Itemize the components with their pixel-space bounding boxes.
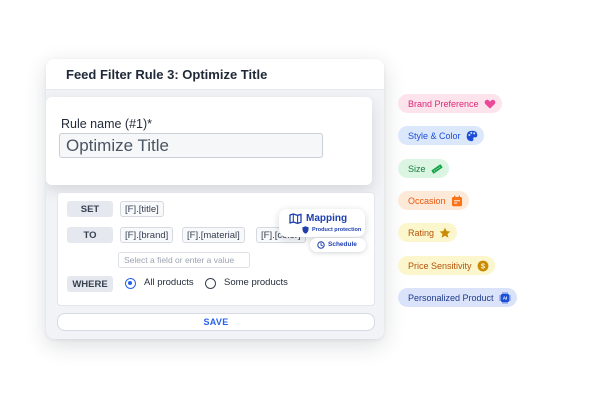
where-label: WHERE: [67, 276, 113, 292]
rule-name-label: Rule name (#1)*: [61, 117, 153, 131]
pill-label: Brand Preference: [408, 98, 479, 109]
pill-rating[interactable]: Rating: [398, 223, 458, 242]
radio-some-products[interactable]: [205, 278, 216, 289]
field-value-input[interactable]: Select a field or enter a value: [118, 252, 250, 268]
mapping-popup[interactable]: Mapping Product protection: [279, 209, 365, 237]
ai-chip-icon: AI: [498, 291, 511, 304]
star-icon: [439, 227, 451, 238]
to-label: TO: [67, 227, 113, 243]
mapping-title: Mapping: [306, 213, 348, 224]
pill-label: Rating: [408, 227, 435, 238]
save-button[interactable]: SAVE: [57, 313, 375, 331]
card-header: Feed Filter Rule 3: Optimize Title: [46, 59, 384, 90]
pill-label: Occasion: [408, 195, 446, 206]
feed-filter-rule-card: Feed Filter Rule 3: Optimize Title Rule …: [46, 59, 384, 339]
pill-price-sensitivity[interactable]: Price Sensitivity $: [398, 256, 495, 275]
shield-icon: [302, 226, 309, 234]
rule-name-input[interactable]: [59, 133, 323, 158]
card-title: Feed Filter Rule 3: Optimize Title: [66, 67, 268, 82]
map-icon: [289, 213, 302, 224]
to-field-chip-brand[interactable]: [F].[brand]: [120, 227, 174, 243]
svg-text:AI: AI: [502, 295, 507, 300]
clock-icon: [317, 241, 325, 249]
pill-personalized-product[interactable]: Personalized Product AI: [398, 288, 517, 307]
set-label: SET: [67, 201, 113, 217]
pill-style-color[interactable]: Style & Color: [398, 126, 484, 145]
set-field-chip[interactable]: [F].[title]: [120, 201, 164, 217]
calendar-icon: [451, 195, 462, 206]
to-field-chip-material[interactable]: [F].[material]: [182, 227, 245, 243]
radio-all-products[interactable]: [125, 278, 136, 289]
ruler-icon: [431, 163, 443, 174]
heart-icon: [484, 99, 495, 109]
pill-label: Size: [408, 163, 426, 174]
pill-size[interactable]: Size: [398, 159, 449, 178]
schedule-badge[interactable]: Schedule: [310, 238, 366, 252]
radio-all-products-label: All products: [144, 277, 194, 288]
radio-some-products-label: Some products: [224, 277, 288, 288]
pill-brand-preference[interactable]: Brand Preference: [398, 94, 502, 113]
pill-occasion[interactable]: Occasion: [398, 191, 469, 210]
schedule-label: Schedule: [328, 241, 357, 248]
pill-label: Style & Color: [408, 130, 461, 141]
rule-name-panel: Rule name (#1)*: [46, 97, 372, 185]
product-protection-label: Product protection: [312, 227, 362, 233]
palette-icon: [466, 130, 477, 141]
coin-icon: $: [477, 260, 488, 271]
pill-label: Personalized Product: [408, 292, 494, 303]
pill-label: Price Sensitivity: [408, 260, 472, 271]
